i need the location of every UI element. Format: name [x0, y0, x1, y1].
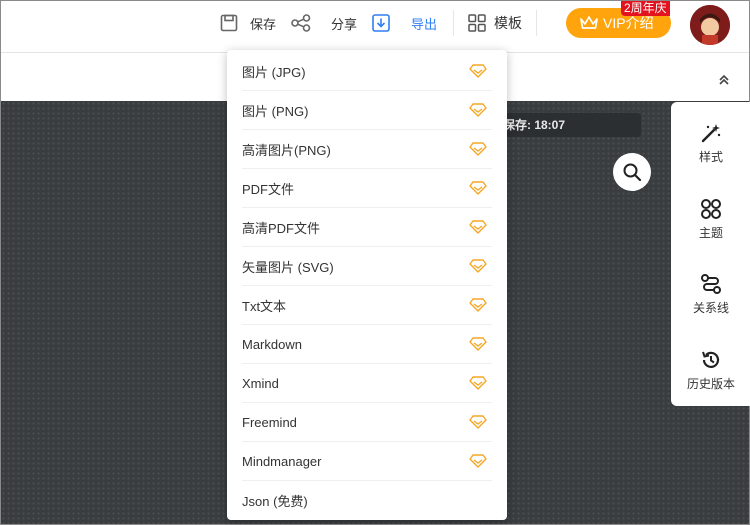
- export-pdf-item[interactable]: PDF文件: [242, 169, 492, 208]
- menu-item-label: 图片 (JPG): [242, 64, 306, 80]
- menu-item-label: Mindmanager: [242, 453, 322, 469]
- style-label: 样式: [698, 150, 723, 164]
- avatar[interactable]: [690, 5, 730, 45]
- export-label: 导出: [411, 16, 438, 32]
- export-jpg-item[interactable]: 图片 (JPG): [242, 52, 492, 91]
- menu-item-label: Txt文本: [242, 298, 287, 314]
- menu-item-label: Freemind: [242, 414, 297, 430]
- style-wand-icon: [699, 121, 723, 145]
- menu-item-label: PDF文件: [242, 181, 295, 197]
- vip-diamond-icon: [469, 337, 487, 351]
- style-panel-button[interactable]: 样式: [671, 121, 750, 165]
- share-button[interactable]: 分享: [291, 12, 357, 34]
- export-txt-item[interactable]: Txt文本: [242, 286, 492, 325]
- crown-icon: [579, 15, 599, 31]
- vip-diamond-icon: [469, 103, 487, 117]
- export-hd-png-item[interactable]: 高清图片(PNG): [242, 130, 492, 169]
- vip-diamond-icon: [469, 298, 487, 312]
- save-status: 保存: 18:07: [497, 113, 641, 137]
- export-png-item[interactable]: 图片 (PNG): [242, 91, 492, 130]
- vip-diamond-icon: [469, 181, 487, 195]
- vip-diamond-icon: [469, 415, 487, 429]
- menu-item-label: 图片 (PNG): [242, 103, 309, 119]
- save-icon: [219, 13, 239, 33]
- menu-item-label: 高清PDF文件: [242, 220, 321, 236]
- vip-diamond-icon: [469, 142, 487, 156]
- download-icon: [371, 13, 391, 33]
- menu-item-label: Xmind: [242, 375, 279, 391]
- vip-diamond-icon: [469, 64, 487, 78]
- save-button[interactable]: 保存: [219, 12, 276, 34]
- vip-diamond-icon: [469, 454, 487, 468]
- menu-item-label: 高清图片(PNG): [242, 142, 331, 158]
- anniversary-badge: 2周年庆: [621, 1, 670, 16]
- vip-diamond-icon: [469, 220, 487, 234]
- search-icon: [622, 162, 642, 182]
- search-button[interactable]: [613, 153, 651, 191]
- share-icon: [291, 13, 311, 33]
- vip-diamond-icon: [469, 376, 487, 390]
- export-xmind-item[interactable]: Xmind: [242, 364, 492, 403]
- menu-item-label: 矢量图片 (SVG): [242, 259, 334, 275]
- export-dropdown-menu: 图片 (JPG) 图片 (PNG) 高清图片(PNG) PDF文件 高清PDF文…: [227, 50, 507, 520]
- collapse-up-icon[interactable]: [717, 73, 731, 87]
- vip-intro-label: VIP介绍: [603, 15, 654, 31]
- template-label: 模板: [494, 15, 522, 31]
- export-svg-item[interactable]: 矢量图片 (SVG): [242, 247, 492, 286]
- export-freemind-item[interactable]: Freemind: [242, 403, 492, 442]
- toolbar-divider: [536, 10, 537, 36]
- right-side-panel: 样式 主题 关系线 历史版本: [671, 102, 750, 406]
- save-label: 保存: [250, 16, 277, 32]
- theme-grid-icon: [699, 197, 723, 221]
- theme-label: 主题: [698, 226, 723, 240]
- vip-diamond-icon: [469, 259, 487, 273]
- top-toolbar: 保存 分享 导出 模板 VIP介绍 2周年庆: [1, 1, 749, 53]
- theme-panel-button[interactable]: 主题: [671, 197, 750, 241]
- export-button[interactable]: 导出: [371, 12, 437, 34]
- menu-item-label: Json (免费): [242, 494, 308, 509]
- history-icon: [699, 348, 723, 372]
- export-markdown-item[interactable]: Markdown: [242, 325, 492, 364]
- history-version-label: 历史版本: [686, 377, 735, 391]
- export-json-item[interactable]: Json (免费): [242, 481, 492, 520]
- template-grid-icon: [467, 13, 487, 33]
- share-label: 分享: [331, 16, 358, 32]
- relation-line-label: 关系线: [692, 301, 729, 315]
- menu-item-label: Markdown: [242, 336, 302, 352]
- export-mindmanager-item[interactable]: Mindmanager: [242, 442, 492, 481]
- relation-line-button[interactable]: 关系线: [671, 272, 750, 316]
- relation-line-icon: [699, 272, 723, 296]
- toolbar-divider: [453, 10, 454, 36]
- export-hd-pdf-item[interactable]: 高清PDF文件: [242, 208, 492, 247]
- template-button[interactable]: 模板: [467, 12, 522, 34]
- history-version-button[interactable]: 历史版本: [671, 348, 750, 392]
